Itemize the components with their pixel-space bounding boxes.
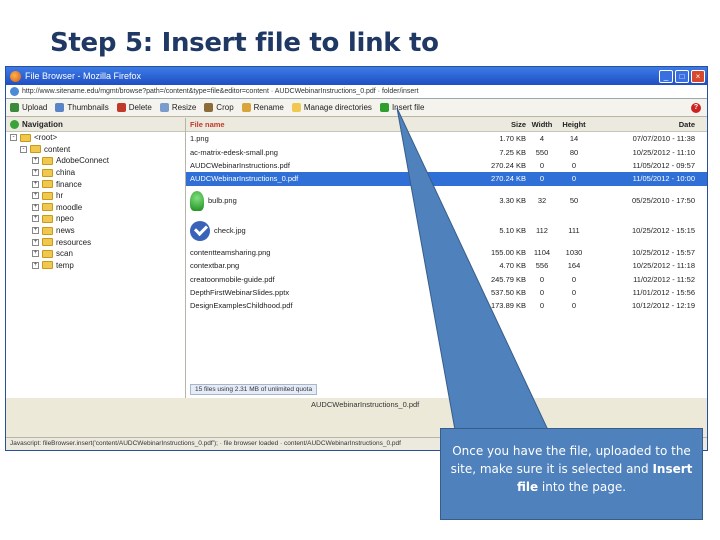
callout-text-end: into the page. xyxy=(538,480,627,494)
instruction-callout: Once you have the file, uploaded to the … xyxy=(440,428,703,520)
callout-arrow-shape xyxy=(396,107,549,431)
